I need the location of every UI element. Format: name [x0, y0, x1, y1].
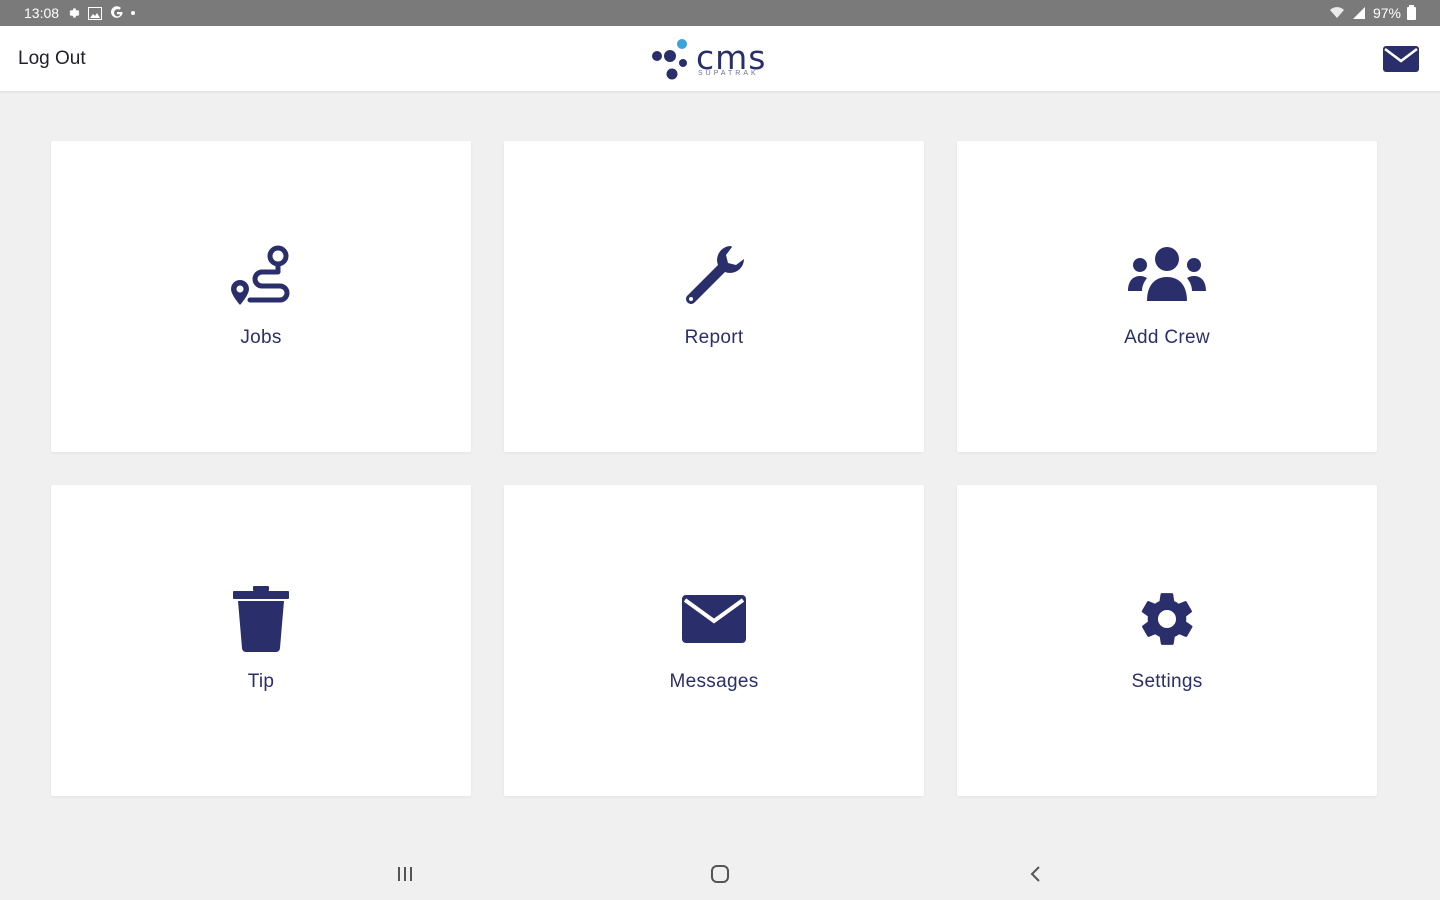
tile-jobs[interactable]: Jobs	[51, 141, 471, 452]
back-icon	[1030, 866, 1040, 882]
google-status-icon	[109, 5, 125, 21]
envelope-icon	[674, 583, 754, 655]
battery-percent: 97%	[1372, 5, 1401, 21]
battery-icon	[1407, 4, 1416, 20]
tile-label: Settings	[1131, 671, 1203, 692]
settings-status-icon	[65, 5, 81, 21]
status-time: 13:08	[24, 5, 60, 21]
tile-add-crew[interactable]: Add Crew	[957, 141, 1377, 452]
app-header: Log Out cms SUPATRAK	[0, 26, 1440, 92]
users-icon	[1127, 239, 1207, 311]
tile-settings[interactable]: Settings	[957, 485, 1377, 796]
image-status-icon	[87, 5, 103, 21]
home-icon	[711, 865, 729, 883]
logout-button[interactable]: Log Out	[18, 48, 86, 70]
tile-report[interactable]: Report	[504, 141, 924, 452]
tile-label: Jobs	[240, 327, 282, 348]
logo-subtext: SUPATRAK	[698, 70, 759, 77]
back-button[interactable]	[1016, 860, 1056, 888]
status-left: 13:08	[24, 5, 136, 21]
system-nav-bar	[0, 846, 1440, 900]
tile-label: Add Crew	[1124, 327, 1210, 348]
trash-icon	[221, 583, 301, 655]
tile-messages[interactable]: Messages	[504, 485, 924, 796]
logo-mark-icon	[652, 39, 687, 80]
tile-label: Messages	[669, 671, 759, 692]
gear-icon	[1127, 583, 1207, 655]
status-right: 97%	[1329, 4, 1416, 21]
tile-label: Tip	[247, 671, 275, 692]
envelope-icon	[1383, 46, 1419, 72]
route-icon	[221, 239, 301, 311]
home-button[interactable]	[700, 860, 740, 888]
status-bar: 13:08 97%	[0, 0, 1440, 26]
recent-apps-button[interactable]	[385, 860, 425, 888]
signal-icon	[1351, 5, 1367, 21]
tile-label: Report	[684, 327, 744, 348]
header-messages-button[interactable]	[1382, 44, 1420, 74]
wifi-icon	[1329, 5, 1345, 21]
wrench-icon	[674, 239, 754, 311]
tile-tip[interactable]: Tip	[51, 485, 471, 796]
menu-grid: Jobs Report Add Crew Tip Messages Settin…	[51, 141, 1377, 796]
cms-logo: cms SUPATRAK	[650, 34, 792, 84]
recent-apps-icon	[398, 867, 412, 881]
notification-dot-icon	[131, 11, 136, 15]
